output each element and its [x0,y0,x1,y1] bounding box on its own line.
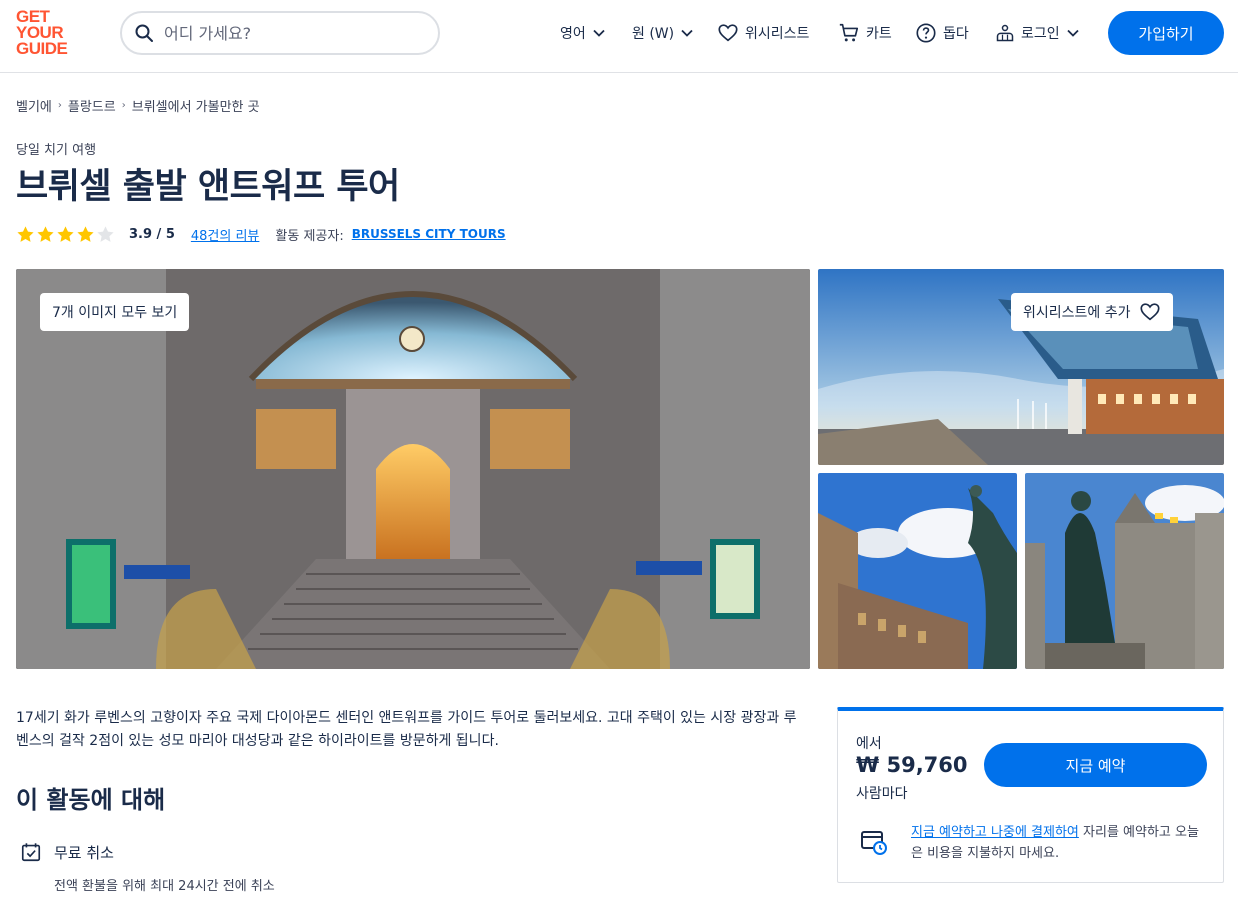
calendar-check-icon [21,843,41,862]
login-label: 로그인 [1021,26,1060,42]
reserve-later-link[interactable]: 지금 예약하고 나중에 결제하여 [911,825,1079,840]
chevron-right-icon: › [121,100,126,111]
chevron-right-icon: › [57,100,62,111]
activity-description: 17세기 화가 루벤스의 고향이자 주요 국제 다이아몬드 센터인 앤트워프를 … [16,710,797,749]
steen-castle-statue-image [1025,473,1224,669]
currency-selector[interactable]: 원 (W) [632,20,694,46]
breadcrumb-item-flanders[interactable]: 플랑드르 [68,96,116,115]
help-link[interactable]: 돕다 [915,20,969,46]
wishlist-label: 위시리스트 [745,26,810,42]
user-group-icon [996,24,1014,42]
breadcrumb-item-brussels[interactable]: 브뤼셀에서 가볼만한 곳 [132,96,260,115]
main-gallery-image[interactable]: 7개 이미지 모두 보기 [16,269,810,669]
book-now-button[interactable]: 지금 예약 [984,743,1207,787]
search-bar[interactable] [120,11,440,55]
reserve-later-text: 지금 예약하고 나중에 결제하여 자리를 예약하고 오늘은 비용을 지불하지 마… [911,822,1207,864]
site-header: GET YOUR GUIDE 영어 원 (W) 위시리스트 카트 돕다 로그인 … [0,0,1238,73]
star-filled-icon [77,225,94,242]
heart-icon [718,24,738,42]
reserve-later-icon [861,831,887,855]
free-cancellation-subtitle: 전액 환불을 위해 최대 24시간 전에 취소 [54,879,275,894]
language-selector[interactable]: 영어 [560,20,606,46]
free-cancellation-title: 무료 취소 [54,844,114,862]
gallery-image-market-square[interactable] [818,473,1017,669]
rating-score: 3.9 / 5 [129,226,175,242]
rating-row: 3.9 / 5 48건의 리뷰 활동 제공자: BRUSSELS CITY TO… [16,224,506,244]
provider-link[interactable]: BRUSSELS CITY TOURS [352,227,506,241]
reviews-link[interactable]: 48건의 리뷰 [191,225,260,244]
cart-icon [839,23,859,42]
cart-label: 카트 [866,26,892,42]
breadcrumb: 벨기에 › 플랑드르 › 브뤼셀에서 가볼만한 곳 [16,96,260,115]
view-all-images-button[interactable]: 7개 이미지 모두 보기 [40,293,190,331]
heart-icon [1139,303,1160,321]
about-heading: 이 활동에 대해 [16,786,166,814]
cart-link[interactable]: 카트 [838,20,892,46]
search-input[interactable] [164,23,404,43]
booking-card: 에서 ₩ 59,760 사람마다 지금 예약 지금 예약하고 나중에 결제하여 … [837,707,1224,883]
price-per-person-label: 사람마다 [856,786,908,802]
add-to-wishlist-button[interactable]: 위시리스트에 추가 [1011,293,1173,331]
market-square-fountain-image [818,473,1017,669]
chevron-down-icon [593,29,605,37]
star-filled-icon [17,225,34,242]
star-rating [16,225,115,244]
language-label: 영어 [560,26,586,42]
star-filled-icon [37,225,54,242]
price-value: ₩ 59,760 [856,753,968,777]
activity-category: 당일 치기 여행 [16,143,97,158]
star-filled-icon [57,225,74,242]
breadcrumb-item-belgium[interactable]: 벨기에 [16,96,52,115]
chevron-down-icon [1067,29,1079,37]
getyourguide-logo[interactable]: GET YOUR GUIDE [16,8,74,58]
login-menu[interactable]: 로그인 [995,20,1080,46]
page-title: 브뤼셀 출발 앤트워프 투어 [16,167,400,207]
gallery-image-port-house[interactable]: 위시리스트에 추가 [818,269,1224,465]
gallery-image-steen-castle[interactable] [1025,473,1224,669]
logo-line-3: GUIDE [16,39,68,58]
search-icon [135,24,153,42]
help-icon [916,23,936,43]
star-empty-icon [97,225,114,242]
wishlist-link[interactable]: 위시리스트 [717,20,809,46]
chevron-down-icon [681,29,693,37]
signup-button[interactable]: 가입하기 [1108,11,1224,55]
currency-label: 원 (W) [632,26,675,42]
view-all-images-label: 7개 이미지 모두 보기 [52,305,178,321]
provider-label: 활동 제공자: [275,228,344,244]
help-label: 돕다 [943,26,969,42]
add-to-wishlist-label: 위시리스트에 추가 [1023,305,1131,321]
price-from-label: 에서 [856,736,882,752]
